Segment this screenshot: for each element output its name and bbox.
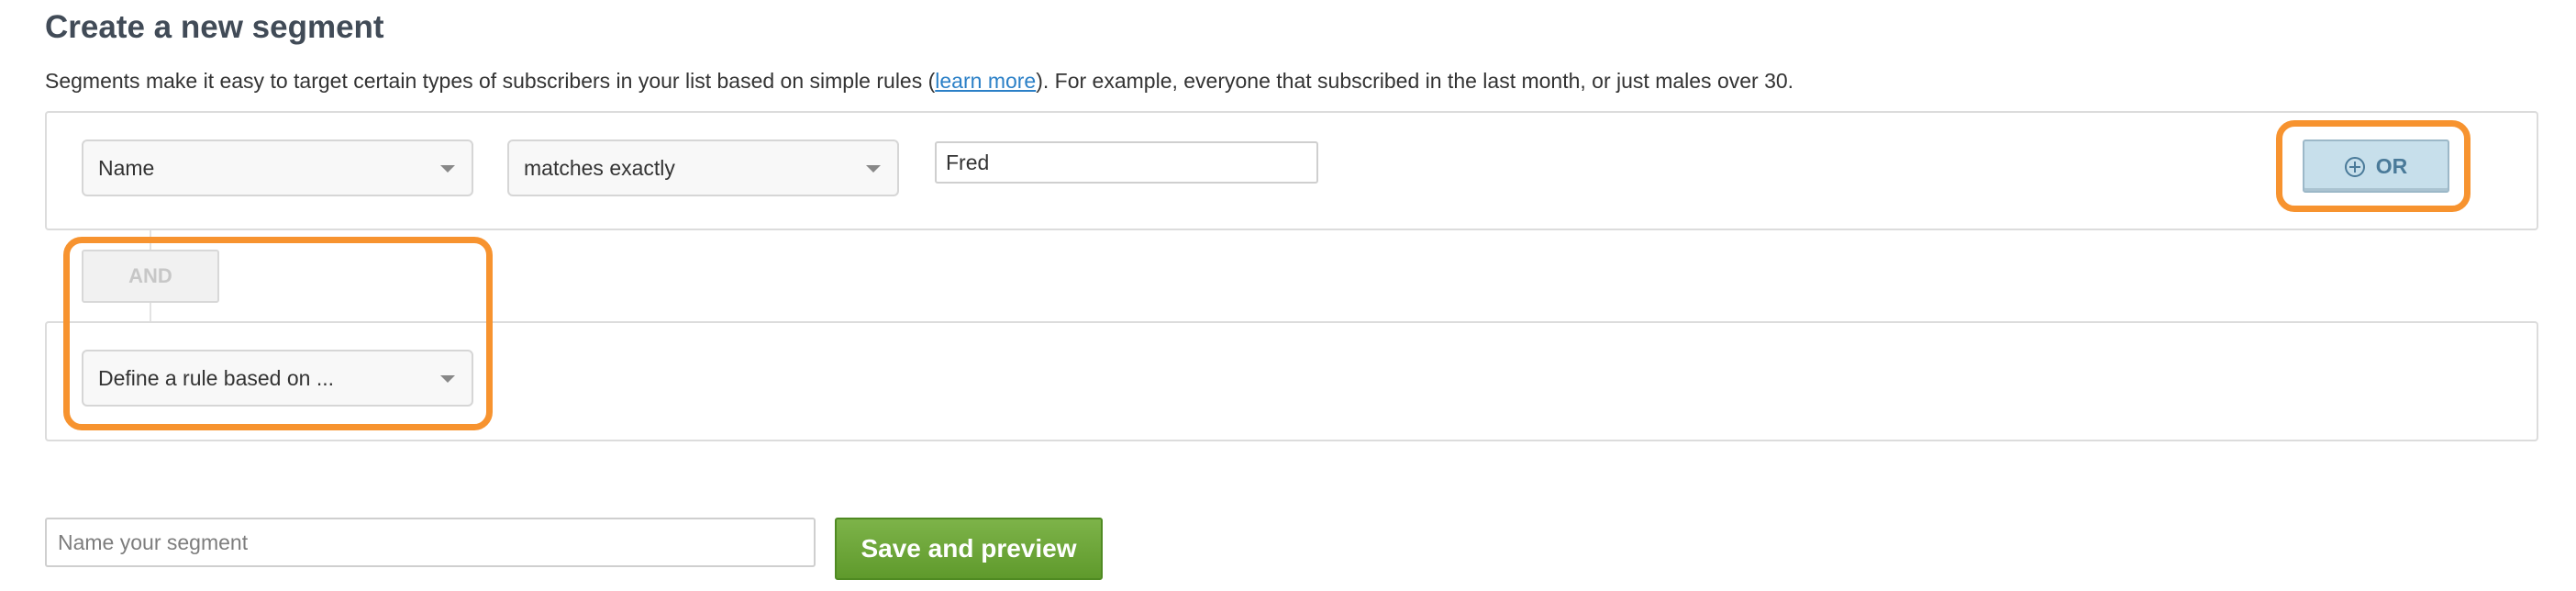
plus-circle-icon xyxy=(2344,157,2365,177)
intro-text-before: Segments make it easy to target certain … xyxy=(45,69,936,93)
define-rule-select-value: Define a rule based on ... xyxy=(98,366,334,390)
operator-select-value: matches exactly xyxy=(524,156,675,180)
rule-value-input[interactable]: Fred xyxy=(935,141,1318,184)
intro-text: Segments make it easy to target certain … xyxy=(45,66,1793,95)
and-button[interactable]: AND xyxy=(82,250,219,303)
page-title: Create a new segment xyxy=(45,9,384,45)
segment-name-input[interactable] xyxy=(45,518,816,567)
or-button[interactable]: OR xyxy=(2303,139,2449,193)
chevron-down-icon xyxy=(866,165,881,173)
intro-text-after: ). For example, everyone that subscribed… xyxy=(1036,69,1794,93)
rule-connector-line xyxy=(150,230,151,250)
operator-select[interactable]: matches exactly xyxy=(507,139,899,196)
chevron-down-icon xyxy=(440,165,455,173)
chevron-down-icon xyxy=(440,375,455,383)
save-and-preview-button[interactable]: Save and preview xyxy=(835,518,1103,580)
field-select[interactable]: Name xyxy=(82,139,473,196)
learn-more-link[interactable]: learn more xyxy=(935,69,1036,93)
define-rule-select[interactable]: Define a rule based on ... xyxy=(82,350,473,407)
or-button-label: OR xyxy=(2375,154,2408,178)
rule-connector-line xyxy=(150,303,151,321)
field-select-value: Name xyxy=(98,156,155,180)
